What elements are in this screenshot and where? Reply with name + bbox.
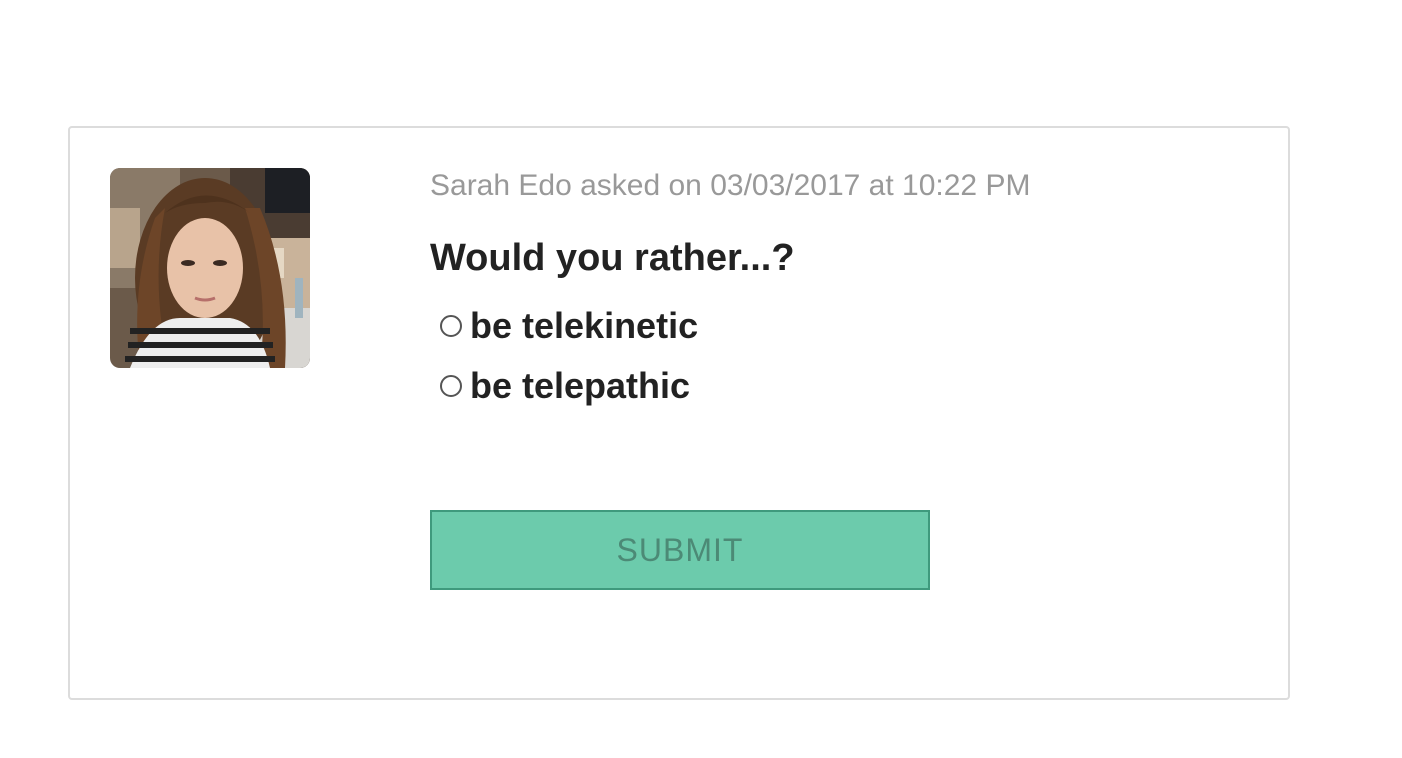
option-one-label[interactable]: be telekinetic xyxy=(470,306,698,346)
radio-option-two[interactable] xyxy=(440,375,462,397)
submit-button[interactable]: SUBMIT xyxy=(430,510,930,590)
question-title: Would you rather...? xyxy=(430,237,795,279)
question-content: Sarah Edo asked on 03/03/2017 at 10:22 P… xyxy=(430,168,1230,590)
option-one[interactable]: be telekinetic xyxy=(430,306,1230,346)
avatar-photo xyxy=(110,168,310,368)
option-two[interactable]: be telepathic xyxy=(430,366,1230,406)
option-two-label[interactable]: be telepathic xyxy=(470,366,690,406)
radio-option-one[interactable] xyxy=(440,315,462,337)
author-meta: Sarah Edo asked on 03/03/2017 at 10:22 P… xyxy=(430,169,1031,202)
options-list: be telekinetic be telepathic xyxy=(430,306,1230,406)
question-card: Sarah Edo asked on 03/03/2017 at 10:22 P… xyxy=(68,126,1290,700)
avatar xyxy=(110,168,310,368)
